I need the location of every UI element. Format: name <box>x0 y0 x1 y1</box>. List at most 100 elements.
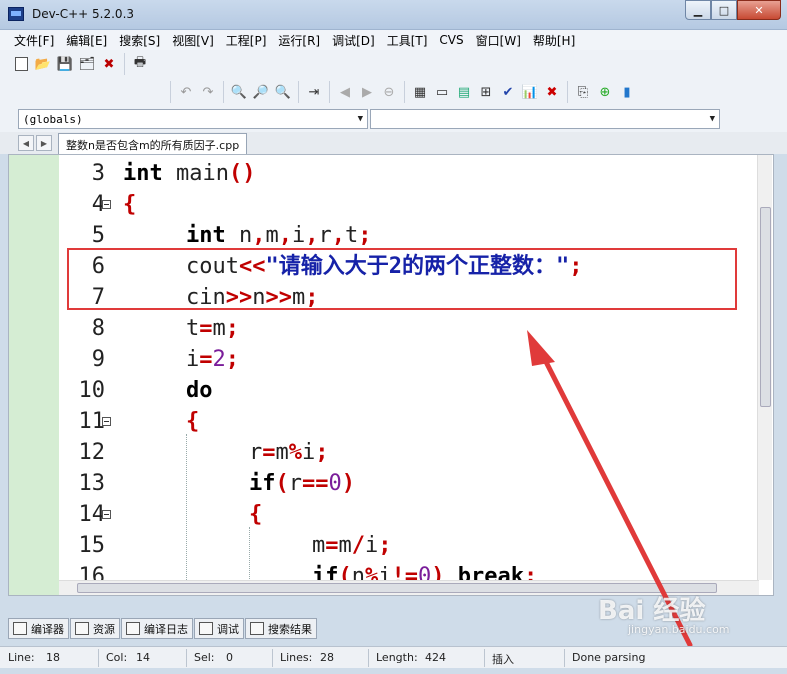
code-token: ; <box>315 440 329 465</box>
output-tab[interactable]: 资源 <box>70 618 120 639</box>
code-line[interactable]: 13 if(r==0) <box>9 468 769 499</box>
code-token: = <box>199 316 213 341</box>
status-insert-mode: 插入 <box>492 653 514 666</box>
open-file-icon[interactable]: 📂 <box>33 54 53 74</box>
code-text: i=2; <box>186 344 239 375</box>
add-to-project-icon[interactable]: ⊕ <box>595 82 615 102</box>
line-number: 14 <box>78 502 106 527</box>
new-file-icon[interactable] <box>11 54 31 74</box>
code-token: ; <box>225 316 239 341</box>
goto-line-icon[interactable]: ⇥ <box>304 82 324 102</box>
compile-run-icon[interactable]: ▤ <box>454 82 474 102</box>
tab-scroll-right-icon[interactable]: ▶ <box>36 135 52 151</box>
bookmark-toggle-icon[interactable]: ⊖ <box>379 82 399 102</box>
find-icon[interactable]: 🔍 <box>229 82 249 102</box>
line-number: 11 <box>78 409 106 434</box>
tab-source-file[interactable]: 整数n是否包含m的所有质因子.cpp <box>58 133 248 154</box>
compile-icon[interactable]: ▦ <box>410 82 430 102</box>
undo-icon[interactable]: ↶ <box>176 82 196 102</box>
code-token: ; <box>358 223 372 248</box>
bookmark-next-icon[interactable]: ▶ <box>357 82 377 102</box>
tab-scroll-left-icon[interactable]: ◀ <box>18 135 34 151</box>
code-line[interactable]: 4{ <box>9 189 769 220</box>
code-line[interactable]: 5 int n,m,i,r,t; <box>9 220 769 251</box>
menu-item[interactable]: CVS <box>433 33 469 47</box>
toolbar-area: 📂 💾 🗂 ✖ 🖶 ↶ ↷ 🔍 🔎 🔍 ⇥ ◀ ▶ ⊖ ▦ ▭ ▤ ⊞ ✔ 📊 … <box>0 50 787 106</box>
code-text: r=m%i; <box>249 437 329 468</box>
find-next-icon[interactable]: 🔍 <box>273 82 293 102</box>
bookmark-prev-icon[interactable]: ◀ <box>335 82 355 102</box>
code-line[interactable]: 8 t=m; <box>9 313 769 344</box>
code-line[interactable]: 14 { <box>9 499 769 530</box>
compiler-icon <box>13 622 27 635</box>
menu-item[interactable]: 文件[F] <box>8 32 60 49</box>
resources-icon <box>75 622 89 635</box>
new-project-icon[interactable]: ⎘ <box>573 82 593 102</box>
code-line[interactable]: 3 int main() <box>9 158 769 189</box>
output-tab[interactable]: 编译日志 <box>121 618 193 639</box>
redo-icon[interactable]: ↷ <box>198 82 218 102</box>
code-line[interactable]: 10 do <box>9 375 769 406</box>
menu-item[interactable]: 帮助[H] <box>527 32 581 49</box>
window-controls: ▁ □ ✕ <box>685 0 781 20</box>
print-icon[interactable]: 🖶 <box>130 54 150 74</box>
search-results-icon <box>250 622 264 635</box>
save-icon[interactable]: 💾 <box>55 54 75 74</box>
profile-icon[interactable]: 📊 <box>520 82 540 102</box>
code-token: r <box>318 223 332 248</box>
menu-item[interactable]: 工具[T] <box>381 32 434 49</box>
code-editor[interactable]: 3 int main() 4{5 int n,m,i,r,t; 6 cout<<"请输入大… <box>8 154 774 596</box>
run-icon[interactable]: ▭ <box>432 82 452 102</box>
compile-log-icon <box>126 622 140 635</box>
code-line[interactable]: 9 i=2; <box>9 344 769 375</box>
vertical-scrollbar[interactable] <box>757 155 772 580</box>
menu-item[interactable]: 视图[V] <box>166 32 220 49</box>
code-token: ; <box>225 347 239 372</box>
code-text: if(r==0) <box>249 468 355 499</box>
code-token: = <box>199 347 213 372</box>
scope-combo[interactable]: (globals) ▼ <box>18 109 368 129</box>
close-button[interactable]: ✕ <box>737 0 781 20</box>
menu-item[interactable]: 搜索[S] <box>113 32 166 49</box>
minimize-button[interactable]: ▁ <box>685 0 711 20</box>
code-token: ; <box>378 533 392 558</box>
replace-icon[interactable]: 🔎 <box>251 82 271 102</box>
status-length-label: Length: <box>376 651 418 664</box>
save-all-icon[interactable]: 🗂 <box>77 54 97 74</box>
symbol-combo[interactable]: ▼ <box>370 109 720 129</box>
line-number: 5 <box>91 223 105 248</box>
code-token: int <box>123 161 163 186</box>
code-text: int main() <box>123 158 255 189</box>
code-token: () <box>228 161 256 186</box>
output-tab[interactable]: 搜索结果 <box>245 618 317 639</box>
maximize-button[interactable]: □ <box>711 0 737 20</box>
menu-item[interactable]: 窗口[W] <box>470 32 527 49</box>
code-token: i <box>292 223 306 248</box>
fold-toggle-icon[interactable] <box>102 200 111 209</box>
line-number: 4 <box>91 192 105 217</box>
status-sel-label: Sel: <box>194 651 215 664</box>
menu-bar: 文件[F] 编辑[E] 搜索[S] 视图[V] 工程[P] 运行[R] 调试[D] 工具[T]… <box>0 30 787 50</box>
output-tab[interactable]: 编译器 <box>8 618 69 639</box>
code-token: do <box>186 378 213 403</box>
code-token: ) <box>341 471 355 496</box>
output-tab[interactable]: 调试 <box>194 618 244 639</box>
code-line[interactable]: 11 { <box>9 406 769 437</box>
code-token: , <box>278 223 292 248</box>
close-file-icon[interactable]: ✖ <box>99 54 119 74</box>
code-line[interactable]: 15 m=m/i; <box>9 530 769 561</box>
stop-icon[interactable]: ✖ <box>542 82 562 102</box>
menu-item[interactable]: 编辑[E] <box>60 32 113 49</box>
rebuild-all-icon[interactable]: ⊞ <box>476 82 496 102</box>
menu-item[interactable]: 工程[P] <box>220 32 273 49</box>
status-sel: 0 <box>226 651 233 664</box>
code-line[interactable]: 12 r=m%i; <box>9 437 769 468</box>
project-options-icon[interactable]: ▮ <box>617 82 637 102</box>
menu-item[interactable]: 运行[R] <box>272 32 326 49</box>
menu-item[interactable]: 调试[D] <box>326 32 381 49</box>
check-syntax-icon[interactable]: ✔ <box>498 82 518 102</box>
code-token: 2 <box>212 347 226 372</box>
fold-toggle-icon[interactable] <box>102 510 111 519</box>
code-text: t=m; <box>186 313 239 344</box>
fold-toggle-icon[interactable] <box>102 417 111 426</box>
